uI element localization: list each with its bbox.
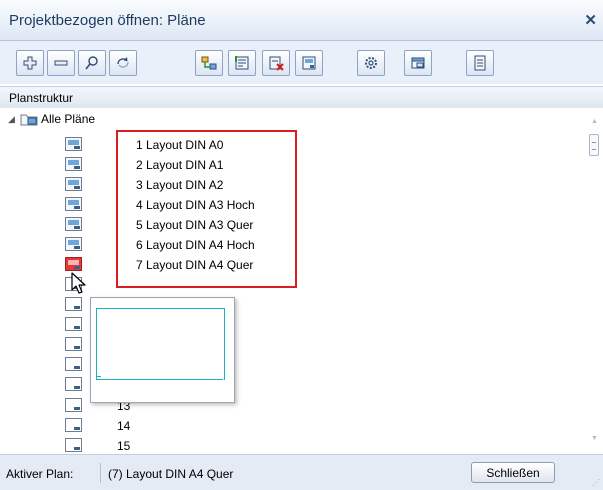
plan-icon-selected bbox=[65, 257, 82, 271]
empty-plan-icon bbox=[65, 297, 82, 311]
empty-plan-row[interactable]: 14 bbox=[65, 416, 315, 436]
settings-icon bbox=[365, 57, 377, 69]
empty-plan-icon bbox=[65, 418, 82, 432]
active-plan-value: (7) Layout DIN A4 Quer bbox=[108, 467, 234, 481]
preview-marker bbox=[97, 376, 101, 377]
title-bar: Projektbezogen öffnen: Pläne ✕ bbox=[0, 0, 603, 41]
empty-plan-icon bbox=[65, 398, 82, 412]
remove-assignment-button[interactable] bbox=[262, 50, 290, 76]
plan-icon bbox=[65, 177, 82, 191]
window-title: Projektbezogen öffnen: Pläne bbox=[9, 12, 206, 29]
settings-button[interactable] bbox=[357, 50, 385, 76]
plan-layout-icon bbox=[302, 56, 316, 70]
search-button[interactable] bbox=[78, 50, 106, 76]
refresh-button[interactable] bbox=[109, 50, 137, 76]
window-button[interactable] bbox=[404, 50, 432, 76]
resize-grip-icon[interactable]: ⋰ bbox=[592, 478, 600, 487]
refresh-icon bbox=[117, 57, 129, 68]
tree-root-label: Alle Pläne bbox=[41, 112, 96, 126]
window-icon bbox=[411, 57, 425, 69]
list-icon bbox=[474, 55, 486, 71]
vertical-scrollbar[interactable]: ▲ ▼ bbox=[586, 108, 603, 453]
close-button[interactable]: Schließen bbox=[471, 462, 555, 483]
empty-plan-row[interactable]: 15 bbox=[65, 436, 315, 456]
structure-button[interactable] bbox=[195, 50, 223, 76]
tree-root[interactable]: ◢ Alle Pläne bbox=[8, 111, 95, 127]
add-button[interactable] bbox=[16, 50, 44, 76]
search-icon bbox=[85, 56, 98, 70]
plan-icon bbox=[65, 217, 82, 231]
expand-arrow-icon[interactable]: ◢ bbox=[8, 114, 20, 125]
plan-icon bbox=[65, 157, 82, 171]
plan-layout-button[interactable] bbox=[295, 50, 323, 76]
active-plan-label: Aktiver Plan: bbox=[6, 467, 74, 481]
close-icon[interactable]: ✕ bbox=[584, 11, 597, 29]
plan-icon bbox=[65, 137, 82, 151]
plan-number: 15 bbox=[117, 439, 131, 453]
highlight-frame bbox=[116, 130, 297, 288]
remove-button[interactable] bbox=[47, 50, 75, 76]
add-icon bbox=[23, 56, 37, 70]
assign-button[interactable] bbox=[228, 50, 256, 76]
plan-icon bbox=[65, 237, 82, 251]
list-button[interactable] bbox=[466, 50, 494, 76]
status-divider bbox=[100, 463, 101, 483]
scrollbar-thumb[interactable] bbox=[589, 134, 599, 156]
empty-plan-icon bbox=[65, 357, 82, 371]
section-title: Planstruktur bbox=[9, 91, 74, 105]
plan-number: 14 bbox=[117, 419, 131, 433]
structure-icon bbox=[201, 56, 217, 70]
scroll-up-icon[interactable]: ▲ bbox=[591, 118, 598, 125]
empty-plan-icon bbox=[65, 317, 82, 331]
mouse-cursor-icon bbox=[71, 272, 86, 294]
empty-plan-icon bbox=[65, 438, 82, 452]
plan-preview-tooltip bbox=[90, 297, 235, 403]
scroll-down-icon[interactable]: ▼ bbox=[591, 435, 598, 442]
preview-layout-bottom-line bbox=[96, 379, 223, 380]
plan-icon bbox=[65, 197, 82, 211]
section-header: Planstruktur bbox=[0, 86, 603, 109]
empty-plan-icon bbox=[65, 377, 82, 391]
assign-icon bbox=[235, 56, 249, 70]
toolbar bbox=[0, 41, 603, 84]
remove-assignment-icon bbox=[269, 56, 284, 71]
empty-plan-icon bbox=[65, 337, 82, 351]
folder-plan-icon bbox=[20, 114, 38, 126]
preview-layout-frame bbox=[96, 308, 225, 380]
remove-icon bbox=[54, 60, 68, 66]
status-bar: Aktiver Plan: (7) Layout DIN A4 Quer Sch… bbox=[0, 454, 603, 490]
